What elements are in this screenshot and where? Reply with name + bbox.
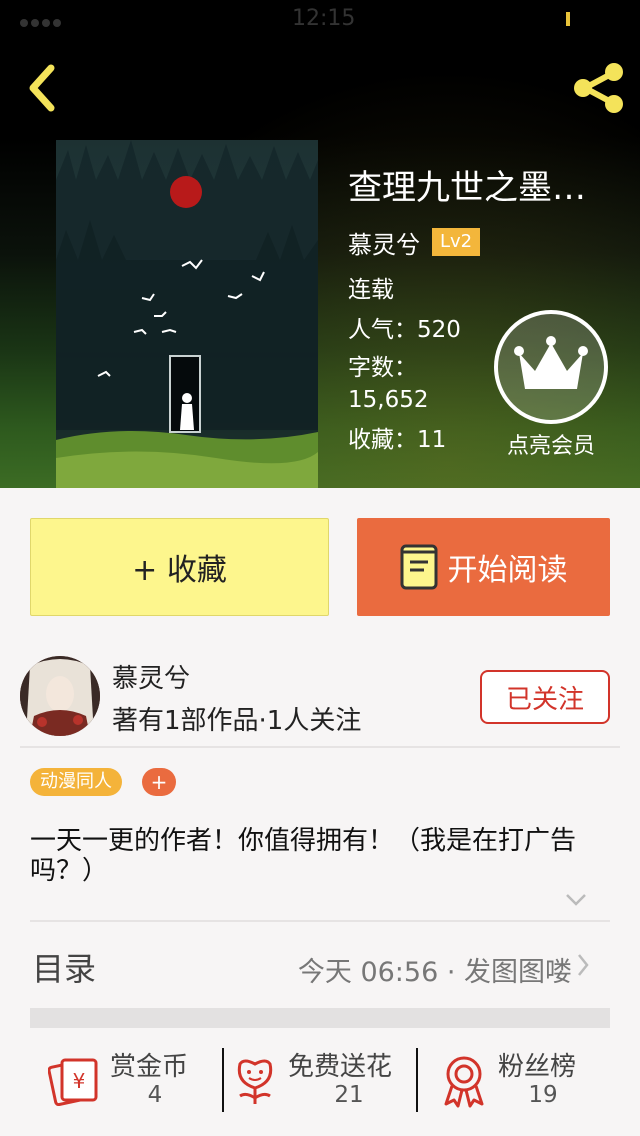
divider — [20, 746, 620, 748]
latest-chapter: 今天 06:56 · 发图图喽 — [297, 957, 572, 988]
send-flower-count: 21 — [334, 1082, 364, 1108]
vip-button[interactable]: 点亮会员 — [494, 310, 608, 460]
follow-button[interactable]: 已关注 — [480, 670, 610, 724]
book-cover[interactable] — [56, 140, 318, 488]
author-avatar[interactable] — [20, 656, 100, 736]
chevron-down-icon[interactable] — [564, 892, 588, 912]
cover-illustration — [56, 140, 318, 488]
crown-icon — [514, 336, 588, 389]
level-badge: Lv2 — [432, 228, 481, 256]
word-count: 字数：15,652 — [348, 355, 429, 413]
author-card: 慕灵兮 著有1部作品·1人关注 已关注 — [0, 650, 640, 746]
book-header: 12:15 查理九世之墨… 慕灵兮 Lv2 连载 人气：520 字数：15,65… — [0, 0, 640, 488]
stat-separator — [416, 1048, 418, 1112]
book-icon — [400, 544, 440, 590]
book-author[interactable]: 慕灵兮 — [348, 225, 420, 260]
signal-icon — [20, 8, 80, 28]
fan-ranking-label: 粉丝榜 — [498, 1052, 577, 1082]
send-flower-button[interactable]: 免费送花 21 — [232, 1046, 416, 1116]
send-flower-label: 免费送花 — [288, 1052, 393, 1082]
add-favorite-label: + 收藏 — [132, 553, 227, 588]
svg-text:¥: ¥ — [73, 1069, 86, 1093]
back-button[interactable] — [18, 58, 66, 118]
tag-chip[interactable]: 动漫同人 — [30, 768, 122, 796]
battery-icon — [566, 12, 570, 26]
stat-separator — [222, 1048, 224, 1112]
divider — [30, 920, 610, 922]
author-name[interactable]: 慕灵兮 — [112, 658, 190, 695]
medal-icon — [440, 1054, 488, 1112]
vip-label: 点亮会员 — [506, 434, 595, 459]
reward-coins-button[interactable]: ¥ 赏金币 4 — [47, 1046, 218, 1116]
chevron-right-icon — [576, 952, 590, 982]
author-stats: 著有1部作品·1人关注 — [112, 706, 362, 736]
book-intro: 一天一更的作者！你值得拥有！（我是在打广告吗？） — [30, 826, 577, 886]
flower-icon — [232, 1054, 278, 1110]
catalog-title: 目录 — [32, 950, 97, 988]
avatar-illustration — [20, 656, 100, 736]
reward-coins-label: 赏金币 — [110, 1052, 189, 1082]
book-title: 查理九世之墨… — [348, 168, 586, 208]
red-envelope-yen-icon: ¥ — [47, 1054, 100, 1110]
author-row: 慕灵兮 Lv2 — [348, 225, 628, 260]
fan-ranking-button[interactable]: 粉丝榜 19 — [440, 1046, 610, 1116]
fan-ranking-count: 19 — [528, 1082, 558, 1108]
start-reading-label: 开始阅读 — [447, 553, 568, 588]
section-separator — [30, 1008, 610, 1028]
share-icon — [574, 63, 623, 113]
add-tag-button[interactable]: + — [142, 768, 176, 796]
status-bar: 12:15 — [0, 0, 640, 40]
reward-coins-count: 4 — [147, 1082, 163, 1108]
status-time: 12:15 — [292, 6, 356, 31]
vip-circle — [494, 310, 608, 424]
add-favorite-button[interactable]: + 收藏 — [30, 518, 329, 616]
follow-label: 已关注 — [505, 684, 584, 715]
share-button[interactable] — [570, 58, 628, 118]
serial-status: 连载 — [348, 277, 394, 303]
back-arrow-icon — [29, 64, 55, 112]
catalog-row[interactable]: 目录 今天 06:56 · 发图图喽 — [30, 924, 610, 1008]
start-reading-button[interactable]: 开始阅读 — [357, 518, 610, 616]
